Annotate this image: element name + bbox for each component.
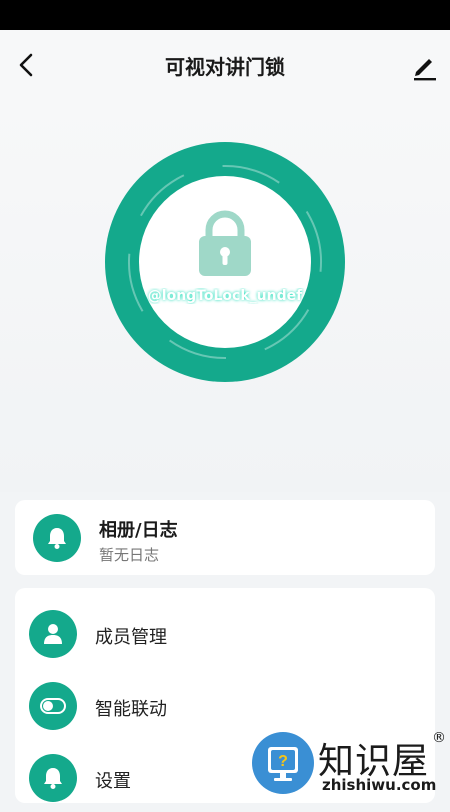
edit-pencil-icon [414,59,436,81]
edit-button[interactable] [408,50,440,82]
menu-item-label: 智能联动 [95,699,167,720]
watermark: ? 知识屋 ® zhishiwu.com [246,728,450,800]
unlock-button[interactable] [105,142,345,382]
menu-item-members[interactable]: 成员管理 [15,600,435,668]
lock-status-text: @longToLock_undef [147,288,303,304]
lock-hero: @longToLock_undef [0,102,450,492]
members-icon-circle [29,610,77,658]
album-log-card[interactable]: 相册/日志 暂无日志 [15,500,435,575]
back-arrow-icon [19,53,33,77]
linkage-icon-circle [29,682,77,730]
menu-item-label: 设置 [95,771,131,792]
album-title: 相册/日志 [99,520,178,541]
album-subtitle: 暂无日志 [99,546,160,564]
status-bar [0,0,450,30]
album-icon-circle [33,514,81,562]
bell-icon [44,768,62,789]
question-monitor-icon: ? [268,747,298,781]
watermark-url: zhishiwu.com [322,776,437,794]
svg-text:?: ? [278,753,288,770]
watermark-registered: ® [432,730,446,746]
user-icon [44,624,62,644]
settings-icon-circle [29,754,77,802]
toggle-icon [40,698,66,714]
nav-bar: 可视对讲门锁 [0,30,450,102]
bell-icon [48,528,66,549]
page-title: 可视对讲门锁 [165,55,285,79]
back-button[interactable] [12,50,42,80]
menu-item-label: 成员管理 [95,627,167,648]
watermark-logo: ? [252,732,314,794]
